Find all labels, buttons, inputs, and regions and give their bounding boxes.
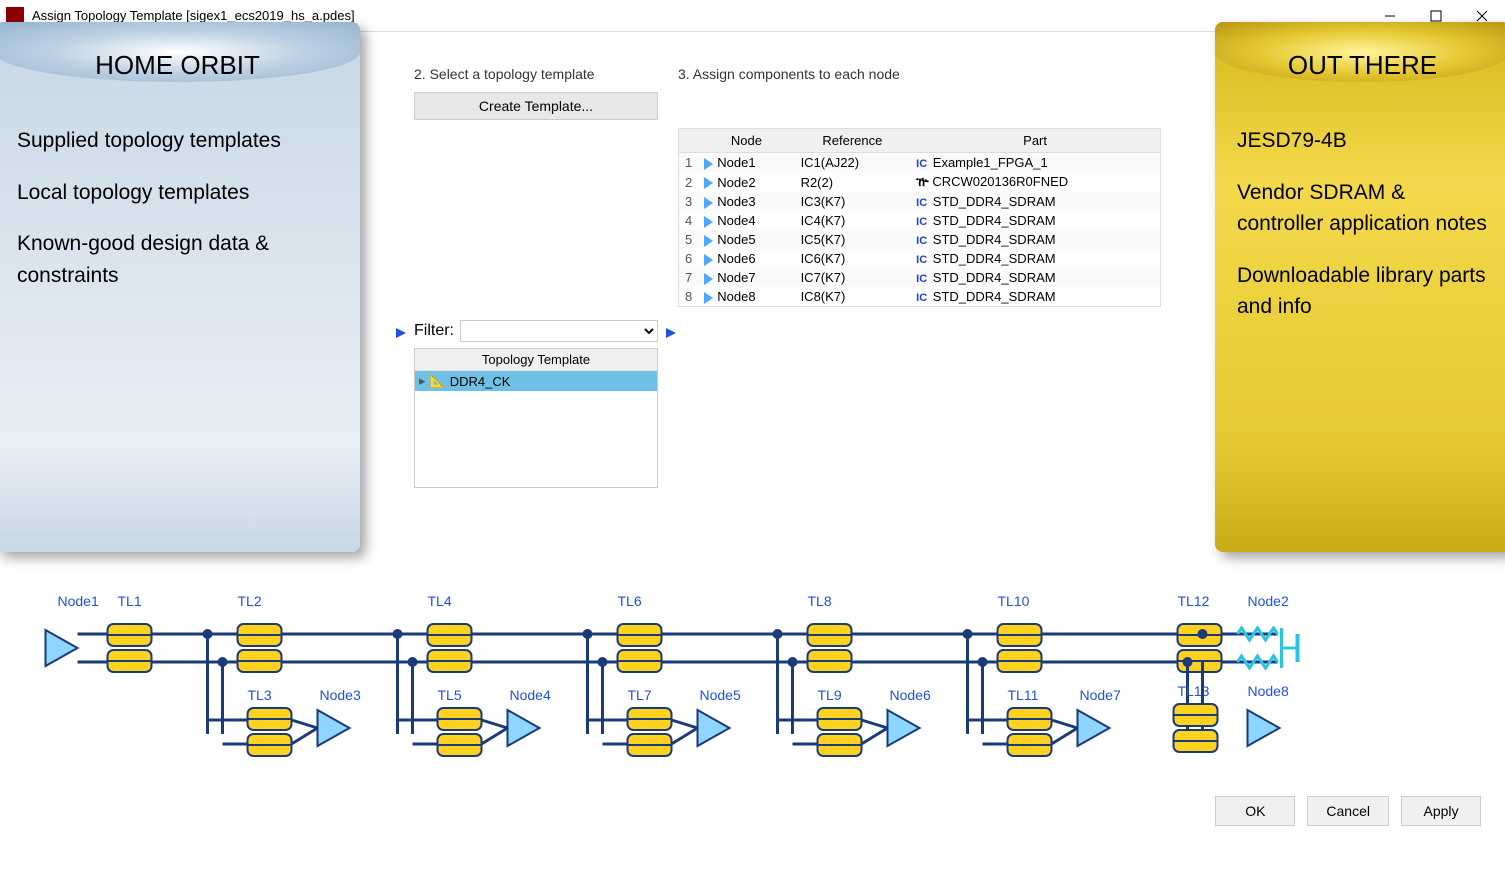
arrow-icon (664, 326, 678, 340)
annotation-home-orbit: HOME ORBIT Supplied topology templates L… (0, 22, 360, 552)
svg-text:TL6: TL6 (618, 593, 642, 609)
cancel-button[interactable]: Cancel (1307, 796, 1389, 826)
template-name: DDR4_CK (450, 374, 511, 389)
home-orbit-line1: Supplied topology templates (17, 125, 338, 157)
lbl-node8: Node8 (1248, 683, 1289, 699)
svg-text:TL3: TL3 (248, 687, 272, 703)
out-there-line2: Vendor SDRAM & controller application no… (1237, 177, 1488, 240)
out-there-line3: Downloadable library parts and info (1237, 260, 1488, 323)
filter-label: Filter: (414, 322, 454, 340)
svg-text:Node5: Node5 (700, 687, 741, 703)
col-ref: Reference (795, 129, 911, 153)
table-row[interactable]: 1Node1IC1(AJ22)IC Example1_FPGA_1 (679, 153, 1161, 173)
template-row-selected[interactable]: ▸ 📐 DDR4_CK (415, 371, 657, 391)
annotation-out-there: OUT THERE JESD79-4B Vendor SDRAM & contr… (1215, 22, 1505, 552)
home-orbit-title: HOME ORBIT (17, 40, 338, 85)
window-title: Assign Topology Template [sigex1_ecs2019… (32, 8, 1367, 23)
filter-select[interactable] (460, 320, 658, 342)
svg-text:TL5: TL5 (438, 687, 462, 703)
svg-text:TL2: TL2 (238, 593, 262, 609)
svg-text:TL8: TL8 (808, 593, 832, 609)
svg-text:TL7: TL7 (628, 687, 652, 703)
topology-diagram: Node1 TL1 TL2 TL3 Node3 TL4 TL5 Node4 TL6 TL7 No… (16, 584, 1489, 784)
out-there-line1: JESD79-4B (1237, 125, 1488, 157)
lbl-node2: Node2 (1248, 593, 1289, 609)
lbl-tl12: TL12 (1178, 593, 1210, 609)
template-icon: 📐 (430, 373, 446, 389)
col-part: Part (910, 129, 1160, 153)
out-there-title: OUT THERE (1237, 40, 1488, 85)
table-row[interactable]: 8Node8IC8(K7)IC STD_DDR4_SDRAM (679, 287, 1161, 307)
node-table[interactable]: Node Reference Part 1Node1IC1(AJ22)IC Ex… (678, 128, 1161, 307)
apply-button[interactable]: Apply (1401, 796, 1481, 826)
template-list[interactable]: Topology Template ▸ 📐 DDR4_CK (414, 348, 658, 488)
table-row[interactable]: 2Node2R2(2)ዅ CRCW020136R0FNED (679, 172, 1161, 192)
svg-text:Node6: Node6 (890, 687, 931, 703)
arrow-icon (394, 326, 408, 340)
svg-text:TL4: TL4 (428, 593, 452, 609)
svg-text:Node7: Node7 (1080, 687, 1121, 703)
table-row[interactable]: 3Node3IC3(K7)IC STD_DDR4_SDRAM (679, 192, 1161, 211)
home-orbit-line2: Local topology templates (17, 177, 338, 209)
step2-column: 2. Select a topology template Create Tem… (414, 66, 658, 572)
col-node: Node (698, 129, 794, 153)
lbl-tl13: TL13 (1178, 683, 1210, 699)
table-row[interactable]: 5Node5IC5(K7)IC STD_DDR4_SDRAM (679, 230, 1161, 249)
lbl-tl1: TL1 (118, 593, 142, 609)
step3-column: 3. Assign components to each node Node R… (678, 66, 1161, 572)
svg-text:TL11: TL11 (1008, 687, 1039, 703)
svg-text:TL10: TL10 (998, 593, 1030, 609)
step2-label: 2. Select a topology template (414, 66, 658, 82)
dialog-footer: OK Cancel Apply (0, 784, 1505, 838)
ok-button[interactable]: OK (1215, 796, 1295, 826)
svg-text:Node4: Node4 (510, 687, 551, 703)
create-template-button[interactable]: Create Template... (414, 92, 658, 120)
lbl-node1: Node1 (58, 593, 99, 609)
table-row[interactable]: 4Node4IC4(K7)IC STD_DDR4_SDRAM (679, 211, 1161, 230)
table-row[interactable]: 6Node6IC6(K7)IC STD_DDR4_SDRAM (679, 249, 1161, 268)
template-list-header: Topology Template (415, 349, 657, 371)
table-row[interactable]: 7Node7IC7(K7)IC STD_DDR4_SDRAM (679, 268, 1161, 287)
home-orbit-line3: Known-good design data & constraints (17, 228, 338, 291)
step3-label: 3. Assign components to each node (678, 66, 1161, 82)
svg-text:TL9: TL9 (818, 687, 842, 703)
svg-text:Node3: Node3 (320, 687, 361, 703)
